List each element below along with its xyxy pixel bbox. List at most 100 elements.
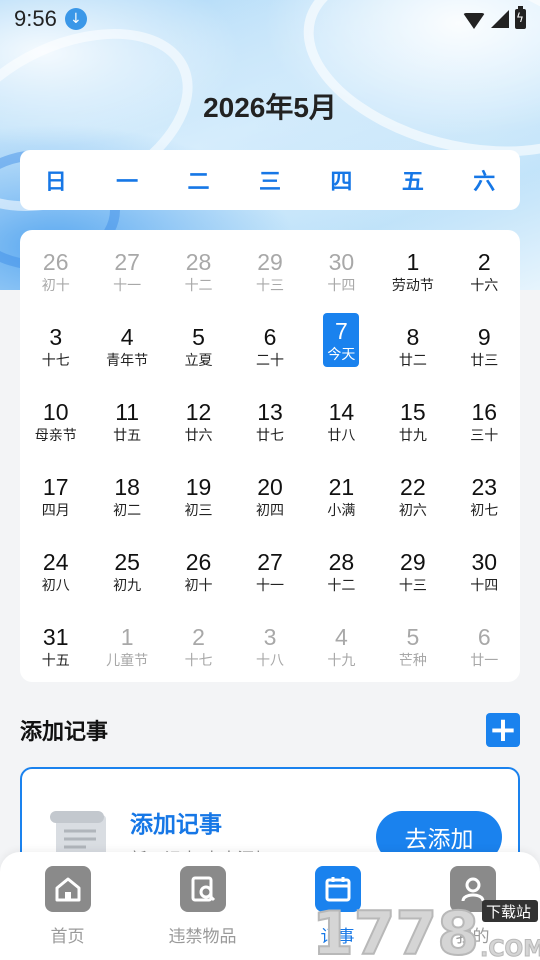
calendar-day[interactable]: 17 四月 xyxy=(20,463,91,538)
calendar-day[interactable]: 26 初十 xyxy=(20,238,91,313)
download-icon: ↓ xyxy=(64,8,87,30)
day-lunar: 劳动节 xyxy=(391,278,434,294)
day-lunar: 十七 xyxy=(184,653,213,669)
day-number: 5 xyxy=(406,624,420,650)
battery-icon xyxy=(515,6,526,29)
day-lunar: 二十 xyxy=(255,353,284,369)
day-number: 2 xyxy=(192,624,205,650)
site-watermark: 1778 下载站 .COM xyxy=(312,898,540,960)
tab-prohibited-items[interactable]: 违禁物品 xyxy=(135,852,270,960)
calendar-day[interactable]: 28 十二 xyxy=(163,238,234,313)
day-lunar: 十一 xyxy=(113,278,142,294)
day-number: 28 xyxy=(185,249,212,275)
day-number: 23 xyxy=(471,474,498,500)
weekday-sun: 日 xyxy=(44,170,67,195)
day-lunar: 初九 xyxy=(113,578,142,594)
day-lunar: 廿八 xyxy=(327,428,356,444)
calendar-day[interactable]: 27 十一 xyxy=(234,538,305,613)
calendar-day[interactable]: 4 十九 xyxy=(306,613,377,688)
calendar-day[interactable]: 1 劳动节 xyxy=(377,238,448,313)
day-lunar: 廿三 xyxy=(470,353,499,369)
day-number: 15 xyxy=(400,399,426,425)
calendar-day[interactable]: 29 十三 xyxy=(377,538,448,613)
day-lunar: 初二 xyxy=(113,503,142,519)
day-lunar: 廿六 xyxy=(184,428,213,444)
day-number: 3 xyxy=(49,324,63,350)
calendar-day[interactable]: 4 青年节 xyxy=(91,313,162,388)
calendar-day[interactable]: 9 廿三 xyxy=(449,313,520,388)
calendar-day-today[interactable]: 7 今天 xyxy=(306,313,377,388)
calendar-day[interactable]: 12 廿六 xyxy=(163,388,234,463)
plus-icon: + xyxy=(488,710,518,750)
day-number: 1 xyxy=(120,624,134,650)
status-bar: 9:56 ↓ xyxy=(0,0,540,38)
weekday-wed: 三 xyxy=(258,170,281,195)
day-lunar: 四月 xyxy=(41,503,70,519)
calendar-day[interactable]: 30 十四 xyxy=(306,238,377,313)
calendar-day[interactable]: 31 十五 xyxy=(20,613,91,688)
day-lunar: 十六 xyxy=(470,278,499,294)
day-number: 12 xyxy=(185,399,212,425)
day-lunar: 十五 xyxy=(41,653,70,669)
tab-home[interactable]: 首页 xyxy=(0,852,135,960)
calendar-day[interactable]: 1 儿童节 xyxy=(91,613,162,688)
calendar-day[interactable]: 13 廿七 xyxy=(234,388,305,463)
day-lunar: 立夏 xyxy=(184,353,213,369)
day-lunar: 廿二 xyxy=(398,353,427,369)
day-number: 26 xyxy=(185,549,212,575)
calendar-day[interactable]: 25 初九 xyxy=(91,538,162,613)
add-memo-button[interactable]: + xyxy=(486,713,520,747)
calendar-day[interactable]: 14 廿八 xyxy=(306,388,377,463)
calendar-day[interactable]: 19 初三 xyxy=(163,463,234,538)
calendar-day[interactable]: 15 廿九 xyxy=(377,388,448,463)
calendar-day[interactable]: 16 三十 xyxy=(449,388,520,463)
calendar-day[interactable]: 5 芒种 xyxy=(377,613,448,688)
calendar-grid: 26 初十 27 十一 28 十二 29 十三 30 十四 1 劳动节 2 十六 3 十七 4 青年节 5 立夏 6 二十… xyxy=(20,230,520,682)
day-lunar: 十四 xyxy=(470,578,499,594)
calendar-day[interactable]: 3 十七 xyxy=(20,313,91,388)
day-lunar: 十三 xyxy=(398,578,427,594)
day-lunar: 十二 xyxy=(327,578,356,594)
day-lunar: 廿五 xyxy=(113,428,142,444)
day-number: 5 xyxy=(192,324,205,350)
calendar-day[interactable]: 28 十二 xyxy=(306,538,377,613)
calendar-day[interactable]: 26 初十 xyxy=(163,538,234,613)
calendar-day[interactable]: 23 初七 xyxy=(449,463,520,538)
calendar-day[interactable]: 2 十六 xyxy=(449,238,520,313)
day-number: 14 xyxy=(328,399,355,425)
watermark-number: 1778 xyxy=(312,899,479,960)
weekday-fri: 五 xyxy=(401,170,424,195)
calendar-day[interactable]: 21 小满 xyxy=(306,463,377,538)
calendar-day[interactable]: 29 十三 xyxy=(234,238,305,313)
day-number: 4 xyxy=(120,324,134,350)
day-lunar: 十八 xyxy=(255,653,284,669)
calendar-day[interactable]: 20 初四 xyxy=(234,463,305,538)
day-lunar: 初八 xyxy=(41,578,70,594)
memo-section-header: 添加记事 + xyxy=(20,712,520,748)
calendar-day[interactable]: 10 母亲节 xyxy=(20,388,91,463)
day-number: 27 xyxy=(114,249,140,275)
calendar-day[interactable]: 8 廿二 xyxy=(377,313,448,388)
calendar-day[interactable]: 27 十一 xyxy=(91,238,162,313)
tab-label-home: 首页 xyxy=(50,927,85,947)
tab-label-prohibited: 违禁物品 xyxy=(168,927,237,947)
calendar-day[interactable]: 3 十八 xyxy=(234,613,305,688)
calendar-day[interactable]: 11 廿五 xyxy=(91,388,162,463)
day-number: 3 xyxy=(263,624,277,650)
calendar-day[interactable]: 6 廿一 xyxy=(449,613,520,688)
day-number: 31 xyxy=(42,624,69,650)
calendar-day[interactable]: 5 立夏 xyxy=(163,313,234,388)
day-lunar: 青年节 xyxy=(106,353,149,369)
weekday-tue: 二 xyxy=(187,170,210,195)
day-lunar: 芒种 xyxy=(398,653,427,669)
day-number: 10 xyxy=(42,399,69,425)
calendar-day[interactable]: 6 二十 xyxy=(234,313,305,388)
calendar-day[interactable]: 24 初八 xyxy=(20,538,91,613)
calendar-day[interactable]: 30 十四 xyxy=(449,538,520,613)
month-title: 2026年5月 xyxy=(203,92,337,123)
calendar-day[interactable]: 22 初六 xyxy=(377,463,448,538)
day-number: 29 xyxy=(257,249,283,275)
calendar-day[interactable]: 18 初二 xyxy=(91,463,162,538)
day-number: 21 xyxy=(328,474,355,500)
calendar-day[interactable]: 2 十七 xyxy=(163,613,234,688)
